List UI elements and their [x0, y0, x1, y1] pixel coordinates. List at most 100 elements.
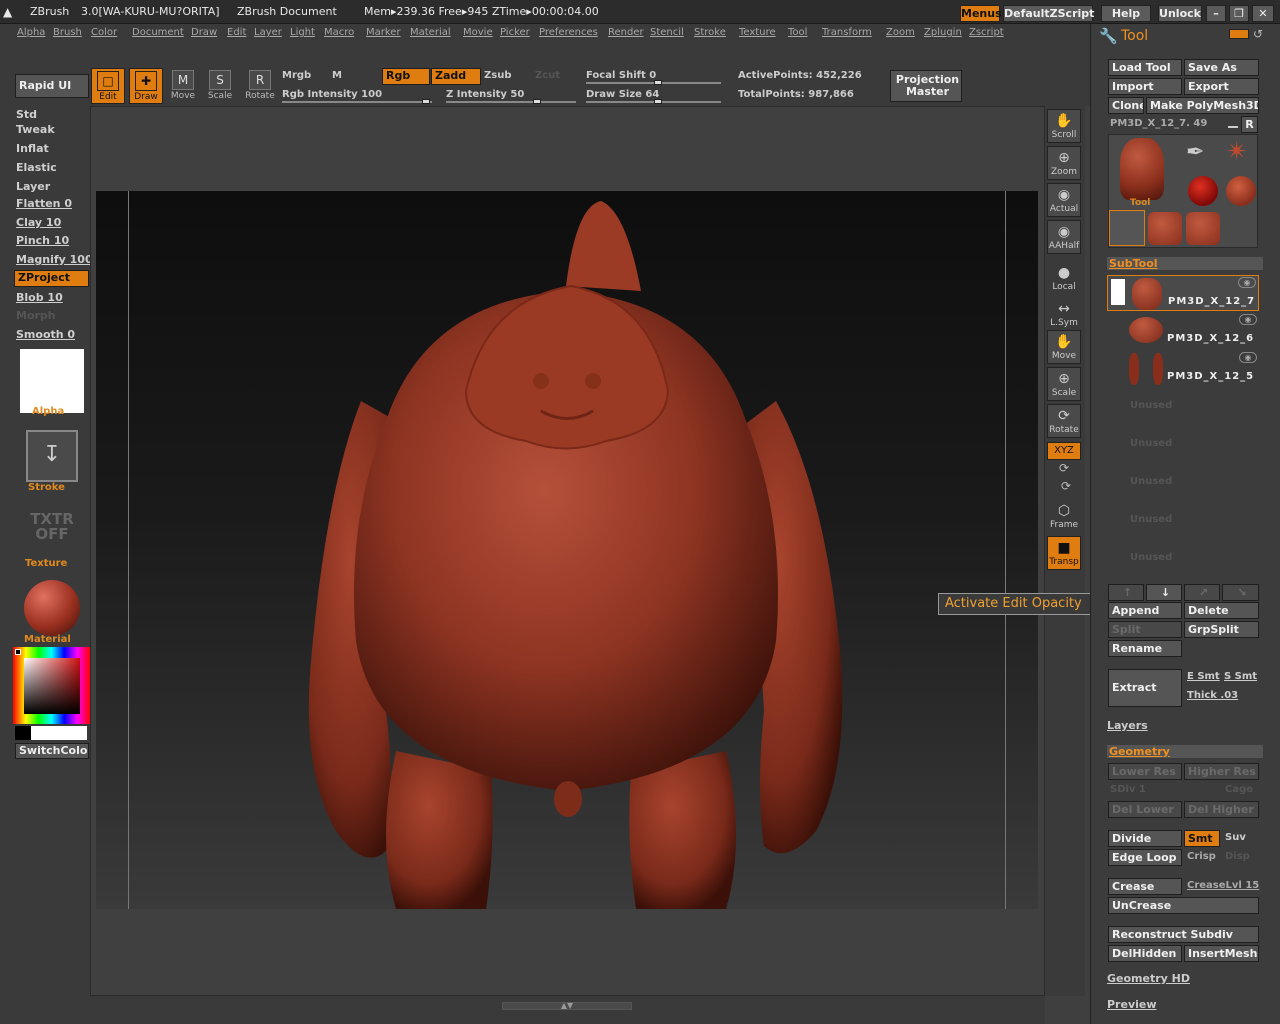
- s-smt-toggle[interactable]: S Smt: [1224, 671, 1257, 682]
- smt-toggle[interactable]: Smt: [1184, 830, 1220, 847]
- del-higher-button[interactable]: Del Higher: [1184, 801, 1259, 818]
- menu-marker[interactable]: Marker: [366, 27, 401, 38]
- crease-button[interactable]: Crease: [1108, 878, 1182, 895]
- magnify-slider[interactable]: Magnify 100: [16, 253, 93, 266]
- subtool-row-2[interactable]: PM3D_X_12_6 ◉: [1107, 313, 1259, 349]
- eye-icon[interactable]: ◉: [1239, 352, 1257, 363]
- menu-macro[interactable]: Macro: [324, 27, 354, 38]
- edge-loop-button[interactable]: Edge Loop: [1108, 849, 1182, 866]
- tool-thumb-main[interactable]: [1120, 138, 1164, 200]
- menu-edit[interactable]: Edit: [227, 27, 246, 38]
- extract-button[interactable]: Extract: [1108, 669, 1182, 707]
- sculpt-model[interactable]: [96, 191, 1038, 909]
- alpha-label[interactable]: Alpha: [32, 406, 64, 417]
- layer-deformation[interactable]: Layer: [16, 180, 50, 193]
- pinch-slider[interactable]: Pinch 10: [16, 234, 69, 247]
- menu-movie[interactable]: Movie: [463, 27, 493, 38]
- flatten-slider[interactable]: Flatten 0: [16, 197, 72, 210]
- rapid-ui-button[interactable]: Rapid UI: [15, 74, 89, 98]
- alpha-thumbnail[interactable]: [20, 349, 84, 413]
- menu-color[interactable]: Color: [91, 27, 117, 38]
- draw-size-knob[interactable]: [654, 99, 662, 104]
- stroke-thumbnail[interactable]: ↧: [26, 430, 78, 482]
- blob-slider[interactable]: Blob 10: [16, 291, 63, 304]
- z-intensity-slider[interactable]: Z Intensity 50: [446, 89, 524, 100]
- menu-document[interactable]: Document: [132, 27, 184, 38]
- inflat-deformation[interactable]: Inflat: [16, 142, 49, 155]
- make-polymesh-button[interactable]: Make PolyMesh3D: [1146, 97, 1259, 114]
- split-button[interactable]: Split: [1108, 621, 1182, 638]
- texture-off-indicator[interactable]: TXTR OFF: [26, 512, 78, 542]
- switch-color-button[interactable]: SwitchColor: [15, 743, 89, 759]
- menu-layer[interactable]: Layer: [254, 27, 282, 38]
- tool-thumb-brush-icon[interactable]: ✒: [1186, 140, 1204, 165]
- move-button[interactable]: M Move: [166, 68, 200, 104]
- m-toggle[interactable]: M: [332, 70, 342, 81]
- scroll-button[interactable]: ✋ Scroll: [1047, 109, 1081, 143]
- focal-shift-knob[interactable]: [654, 80, 662, 85]
- transp-button[interactable]: ■ Transp: [1047, 536, 1081, 570]
- tool-thumb-cube-2[interactable]: [1186, 212, 1220, 245]
- layers-section[interactable]: Layers: [1107, 719, 1148, 732]
- frame-button[interactable]: ⬡ Frame: [1047, 500, 1081, 534]
- higher-res-button[interactable]: Higher Res: [1184, 763, 1259, 780]
- tool-thumb-sphere-dark[interactable]: [1188, 176, 1218, 206]
- elastic-deformation[interactable]: Elastic: [16, 161, 57, 174]
- zcut-toggle[interactable]: Zcut: [535, 70, 560, 81]
- unlock-button[interactable]: Unlock: [1158, 5, 1202, 22]
- zadd-toggle[interactable]: Zadd: [431, 68, 481, 85]
- tool-thumb-cube[interactable]: [1148, 212, 1182, 245]
- divide-button[interactable]: Divide: [1108, 830, 1182, 847]
- subtool-row-1[interactable]: PM3D_X_12_7 ◉: [1107, 275, 1259, 311]
- morph-slider[interactable]: Morph: [16, 309, 56, 322]
- cage-toggle[interactable]: Cage: [1225, 784, 1253, 795]
- close-icon[interactable]: ✕: [1252, 5, 1274, 22]
- creaselvl-slider[interactable]: CreaseLvl 15: [1187, 880, 1259, 891]
- xyz-toggle[interactable]: XYZ: [1047, 442, 1081, 460]
- default-zscript-button[interactable]: DefaultZScript: [1003, 5, 1094, 22]
- edit-button[interactable]: □ Edit: [91, 68, 125, 104]
- current-tool-name[interactable]: PM3D_X_12_7. 49: [1110, 118, 1207, 129]
- help-button[interactable]: Help: [1101, 5, 1151, 22]
- append-button[interactable]: Append: [1108, 602, 1182, 619]
- clone-button[interactable]: Clone: [1108, 97, 1144, 114]
- load-tool-button[interactable]: Load Tool: [1108, 59, 1182, 76]
- menu-transform[interactable]: Transform: [822, 27, 872, 38]
- mrgb-toggle[interactable]: Mrgb: [282, 70, 311, 81]
- export-button[interactable]: Export: [1184, 78, 1259, 95]
- tool-thumb-selected[interactable]: [1109, 210, 1145, 246]
- material-label[interactable]: Material: [24, 634, 71, 645]
- subtool-row-3[interactable]: PM3D_X_12_5 ◉: [1107, 351, 1259, 387]
- zproject-toggle[interactable]: ZProject: [14, 270, 89, 287]
- rename-button[interactable]: Rename: [1108, 640, 1182, 657]
- z-intensity-knob[interactable]: [533, 99, 541, 104]
- menu-zoom[interactable]: Zoom: [886, 27, 915, 38]
- palette-close-icon[interactable]: ↺: [1253, 27, 1263, 41]
- viewport[interactable]: [96, 191, 1038, 909]
- menu-alpha[interactable]: Alpha: [17, 27, 45, 38]
- menu-draw[interactable]: Draw: [191, 27, 217, 38]
- stroke-label[interactable]: Stroke: [28, 482, 65, 493]
- menu-zplugin[interactable]: Zplugin: [924, 27, 962, 38]
- menu-zscript[interactable]: Zscript: [969, 27, 1004, 38]
- zoom-button[interactable]: ⊕ Zoom: [1047, 146, 1081, 180]
- clay-slider[interactable]: Clay 10: [16, 216, 61, 229]
- secondary-color-swatch[interactable]: [15, 726, 31, 740]
- disp-toggle[interactable]: Disp: [1225, 851, 1250, 862]
- eye-icon[interactable]: ◉: [1238, 277, 1256, 288]
- menu-picker[interactable]: Picker: [500, 27, 530, 38]
- color-picker-square[interactable]: [24, 658, 80, 714]
- tool-thumb-sphere[interactable]: [1226, 176, 1256, 206]
- restore-icon[interactable]: ❐: [1229, 5, 1249, 22]
- menu-stencil[interactable]: Stencil: [650, 27, 684, 38]
- menu-preferences[interactable]: Preferences: [539, 27, 598, 38]
- menus-button[interactable]: Menus: [960, 5, 1002, 22]
- menu-brush[interactable]: Brush: [53, 27, 82, 38]
- std-deformation[interactable]: Std: [16, 108, 37, 121]
- tool-thumb-label[interactable]: Tool: [1130, 198, 1150, 208]
- subtool-next-icon[interactable]: ↘: [1222, 584, 1259, 601]
- actual-button[interactable]: ◉ Actual: [1047, 183, 1081, 217]
- rgb-intensity-slider[interactable]: Rgb Intensity 100: [282, 89, 382, 100]
- preview-section[interactable]: Preview: [1107, 998, 1157, 1011]
- rgb-intensity-knob[interactable]: [422, 99, 430, 104]
